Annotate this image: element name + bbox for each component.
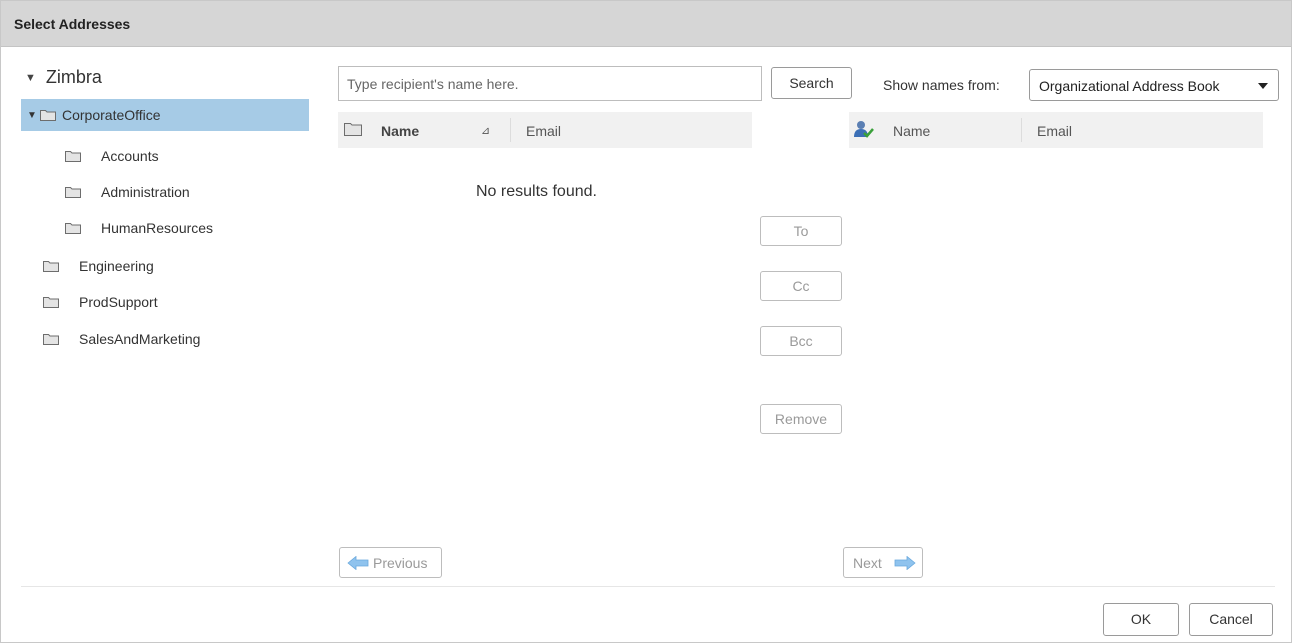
results-name-column-header[interactable]: Name: [381, 123, 419, 139]
previous-button[interactable]: Previous: [339, 547, 442, 578]
tree-item-label: Accounts: [101, 148, 159, 164]
sort-ascending-icon[interactable]: ⊿: [481, 124, 490, 137]
tree-item-label: SalesAndMarketing: [79, 331, 201, 347]
column-divider: [1021, 118, 1022, 142]
arrow-right-icon: [894, 555, 916, 573]
show-names-from-label: Show names from:: [883, 77, 1000, 93]
tree-item-label: Administration: [101, 184, 190, 200]
previous-label: Previous: [373, 555, 428, 571]
folder-icon: [43, 296, 59, 308]
tree-item-label: HumanResources: [101, 220, 214, 236]
folder-icon: [344, 122, 362, 136]
bcc-button[interactable]: Bcc: [760, 326, 842, 356]
to-button[interactable]: To: [760, 216, 842, 246]
results-email-column-header[interactable]: Email: [526, 123, 561, 139]
selected-name-column-header[interactable]: Name: [893, 123, 930, 139]
arrow-left-icon: [347, 555, 369, 573]
tree-root-zimbra[interactable]: ▼ Zimbra: [25, 67, 102, 88]
address-book-select-value: Organizational Address Book: [1039, 78, 1220, 94]
expand-arrow-icon[interactable]: ▼: [27, 110, 37, 121]
tree-item-label: ProdSupport: [79, 294, 158, 310]
selected-list-header: Name Email: [849, 112, 1263, 148]
cancel-button[interactable]: Cancel: [1189, 603, 1273, 636]
tree-item-corporateoffice[interactable]: ▼ CorporateOffice: [21, 99, 309, 131]
tree-item-label: CorporateOffice: [62, 107, 161, 123]
footer-divider: [21, 586, 1275, 587]
tree-root-label: Zimbra: [45, 67, 102, 87]
dialog-title: Select Addresses: [14, 16, 131, 32]
folder-icon: [65, 150, 81, 162]
folder-icon: [65, 186, 81, 198]
search-button[interactable]: Search: [771, 67, 852, 99]
contact-check-icon: [853, 120, 875, 143]
tree-item-label: Engineering: [79, 258, 154, 274]
next-label: Next: [853, 555, 882, 571]
results-list-header: Name ⊿ Email: [338, 112, 752, 148]
no-results-message: No results found.: [476, 183, 597, 200]
recipient-search-input[interactable]: [338, 66, 762, 101]
dialog-titlebar: Select Addresses: [1, 1, 1291, 47]
remove-button[interactable]: Remove: [760, 404, 842, 434]
selected-email-column-header[interactable]: Email: [1037, 123, 1072, 139]
folder-icon: [40, 109, 56, 121]
chevron-down-icon: [1258, 83, 1268, 89]
ok-button[interactable]: OK: [1103, 603, 1179, 636]
folder-icon: [65, 222, 81, 234]
select-addresses-dialog: Select Addresses ▼ Zimbra ▼ CorporateOffi…: [0, 0, 1292, 643]
column-divider: [510, 118, 511, 142]
cc-button[interactable]: Cc: [760, 271, 842, 301]
expand-arrow-icon[interactable]: ▼: [25, 72, 36, 84]
folder-icon: [43, 260, 59, 272]
next-button[interactable]: Next: [843, 547, 923, 578]
folder-icon: [43, 333, 59, 345]
address-book-select[interactable]: Organizational Address Book: [1029, 69, 1279, 101]
